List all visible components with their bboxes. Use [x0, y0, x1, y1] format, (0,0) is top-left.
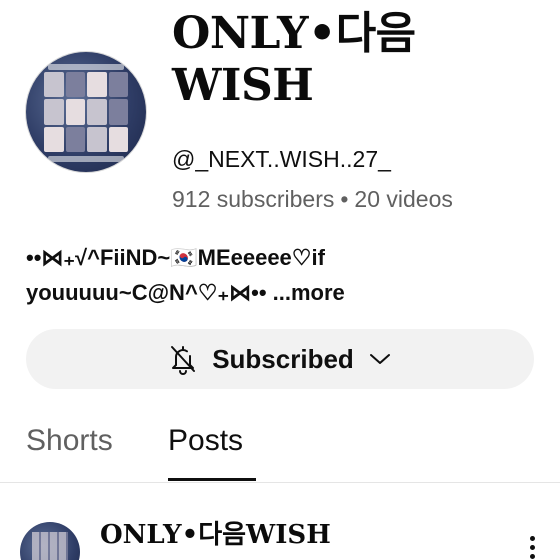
channel-tabs: Shorts Posts	[0, 410, 560, 482]
channel-stats: 912 subscribers • 20 videos	[172, 186, 453, 213]
channel-name: ONLY•다음 WISH	[172, 8, 416, 111]
avatar-banner-bottom	[48, 156, 124, 162]
bell-off-icon	[168, 343, 198, 375]
subscriber-count: 912 subscribers	[172, 186, 335, 212]
active-tab-indicator	[168, 478, 256, 481]
avatar-photo-mosaic	[44, 72, 128, 152]
channel-description[interactable]: ••⋈₊√^FiiND~🇰🇷MEeeeee♡if youuuuu~C@N^♡₊⋈…	[26, 240, 546, 310]
subscribed-button[interactable]: Subscribed	[26, 329, 534, 389]
tabs-divider	[0, 482, 560, 483]
tab-shorts[interactable]: Shorts	[26, 424, 113, 458]
subscribed-label: Subscribed	[212, 343, 354, 374]
post-author-name[interactable]: ONLY•다음WISH	[100, 514, 331, 551]
post-author-avatar[interactable]	[20, 522, 80, 560]
channel-avatar[interactable]	[26, 52, 146, 172]
avatar-banner-top	[48, 64, 124, 70]
more-link[interactable]: ...more	[273, 280, 345, 305]
chevron-down-icon	[368, 351, 392, 367]
more-vert-icon[interactable]	[522, 536, 542, 560]
channel-handle: @_NEXT..WISH..27_	[172, 146, 391, 172]
stats-separator: •	[340, 186, 349, 212]
tab-posts[interactable]: Posts	[168, 424, 243, 458]
video-count: 20 videos	[354, 186, 453, 212]
post-header: ONLY•다음WISH	[0, 500, 560, 560]
